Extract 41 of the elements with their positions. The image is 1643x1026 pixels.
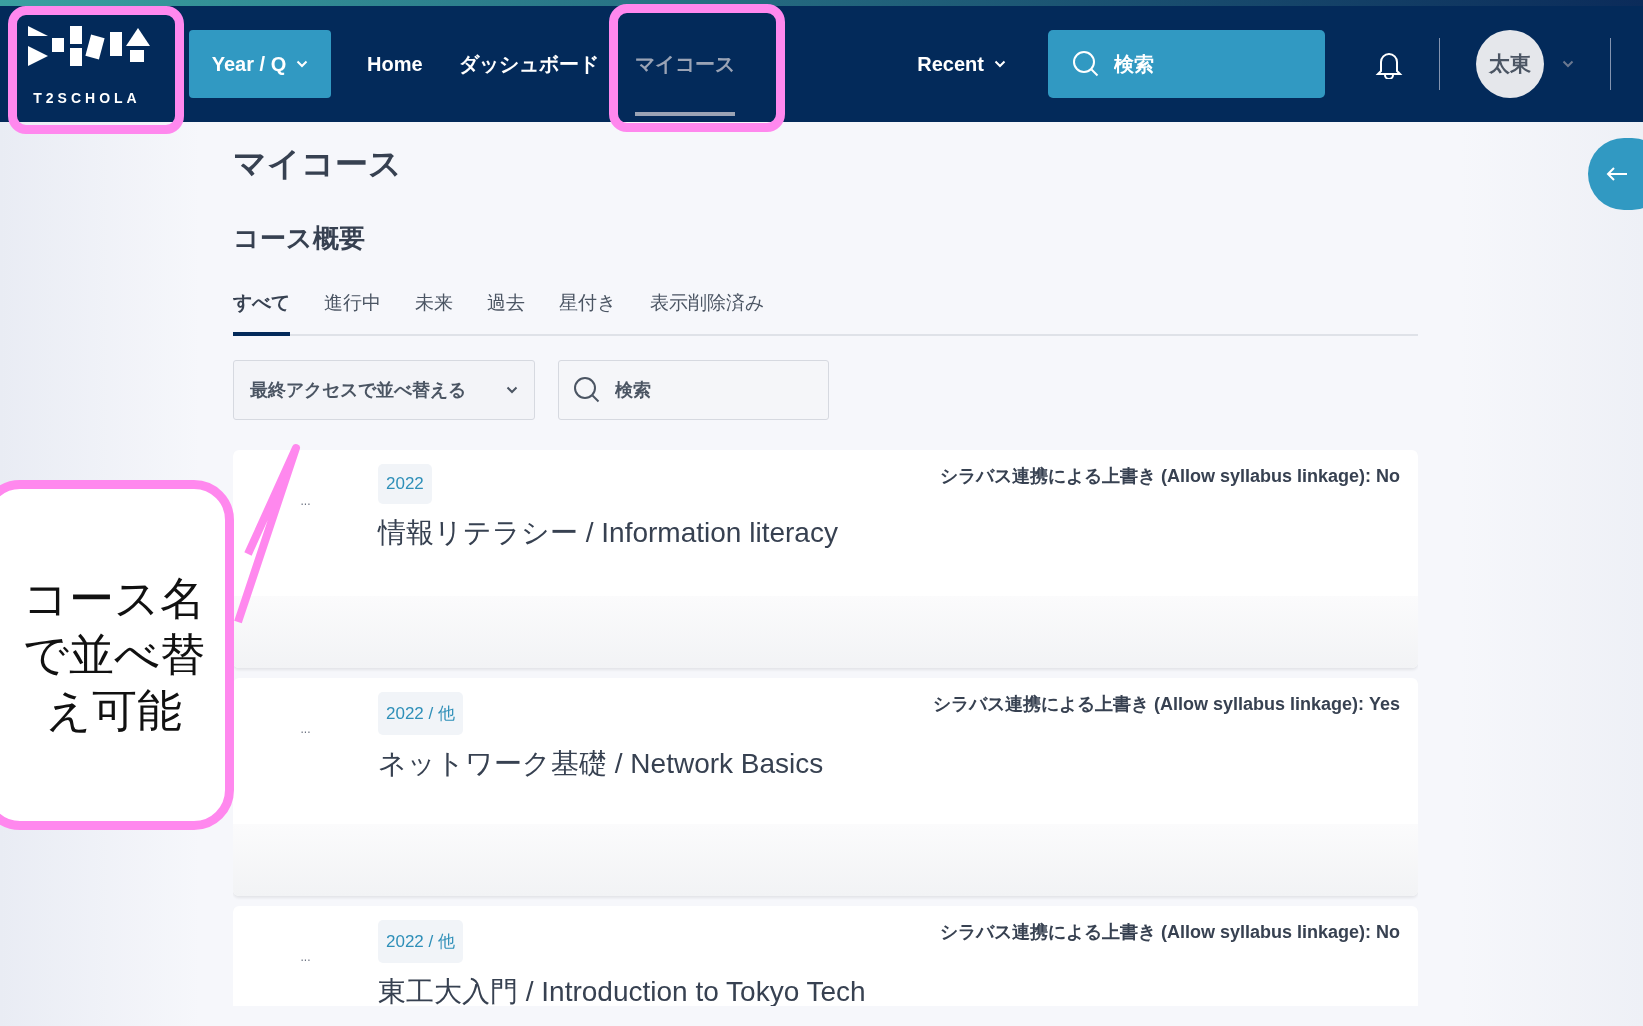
- logo[interactable]: T2SCHOLA: [18, 10, 156, 118]
- more-menu[interactable]: ...: [233, 692, 378, 736]
- course-title[interactable]: 情報リテラシー / Information literacy: [378, 514, 1400, 552]
- term-badge: 2022: [378, 464, 432, 504]
- search-icon: [573, 376, 601, 404]
- syllabus-status: シラバス連携による上書き (Allow syllabus linkage): No: [939, 465, 1400, 488]
- tab[interactable]: 表示削除済み: [650, 284, 764, 336]
- more-menu[interactable]: ...: [233, 920, 378, 964]
- user-avatar[interactable]: 太東: [1476, 30, 1544, 98]
- syllabus-status: シラバス連携による上書き (Allow syllabus linkage): Yes: [932, 693, 1400, 716]
- caret-icon: [994, 60, 1006, 68]
- section-title: コース概要: [233, 222, 366, 255]
- term-badge: 2022 / 他: [378, 692, 463, 735]
- term-badge: 2022 / 他: [378, 920, 463, 963]
- tab[interactable]: 進行中: [324, 284, 381, 336]
- search-field[interactable]: 検索: [1048, 30, 1325, 98]
- search-input[interactable]: 検索: [613, 378, 807, 402]
- search-icon: [1072, 50, 1100, 78]
- caret-icon: [506, 386, 518, 394]
- page-title: マイコース: [233, 144, 403, 184]
- caret-icon: [1562, 60, 1574, 68]
- nav-link[interactable]: ダッシュボード: [458, 50, 599, 78]
- nav-link[interactable]: Home: [367, 52, 423, 76]
- syllabus-status: シラバス連携による上書き (Allow syllabus linkage): No: [939, 921, 1400, 944]
- tab[interactable]: 過去: [487, 284, 525, 336]
- tab[interactable]: 未来: [415, 284, 453, 336]
- logo-text: T2SCHOLA: [33, 90, 141, 106]
- callout-text: コース名で並べ替え可能: [22, 570, 206, 740]
- search-field[interactable]: 検索: [558, 360, 829, 420]
- tab[interactable]: 星付き: [559, 284, 616, 336]
- sort-dropdown[interactable]: 最終アクセスで並べ替える: [233, 360, 535, 420]
- search-input[interactable]: 検索: [1112, 51, 1296, 77]
- nav-link[interactable]: マイコース: [634, 12, 735, 116]
- caret-icon: [296, 60, 309, 68]
- recent-dropdown[interactable]: Recent: [911, 51, 1012, 77]
- course-card[interactable]: ... 2022 / 他 シラバス連携による上書き (Allow syllabus linkage): Yes ネットワーク基礎 / Network Basics: [233, 678, 1418, 896]
- tab[interactable]: すべて: [233, 284, 290, 336]
- arrow-left-icon: [1606, 166, 1628, 182]
- course-title[interactable]: 東工大入門 / Introduction to Tokyo Tech: [378, 973, 1400, 1006]
- course-card[interactable]: ... 2022 / 他 シラバス連携による上書き (Allow syllabus linkage): No 東工大入門 / Introduction to Tokyo Tech: [233, 906, 1418, 1006]
- course-title[interactable]: ネットワーク基礎 / Network Basics: [378, 745, 1400, 783]
